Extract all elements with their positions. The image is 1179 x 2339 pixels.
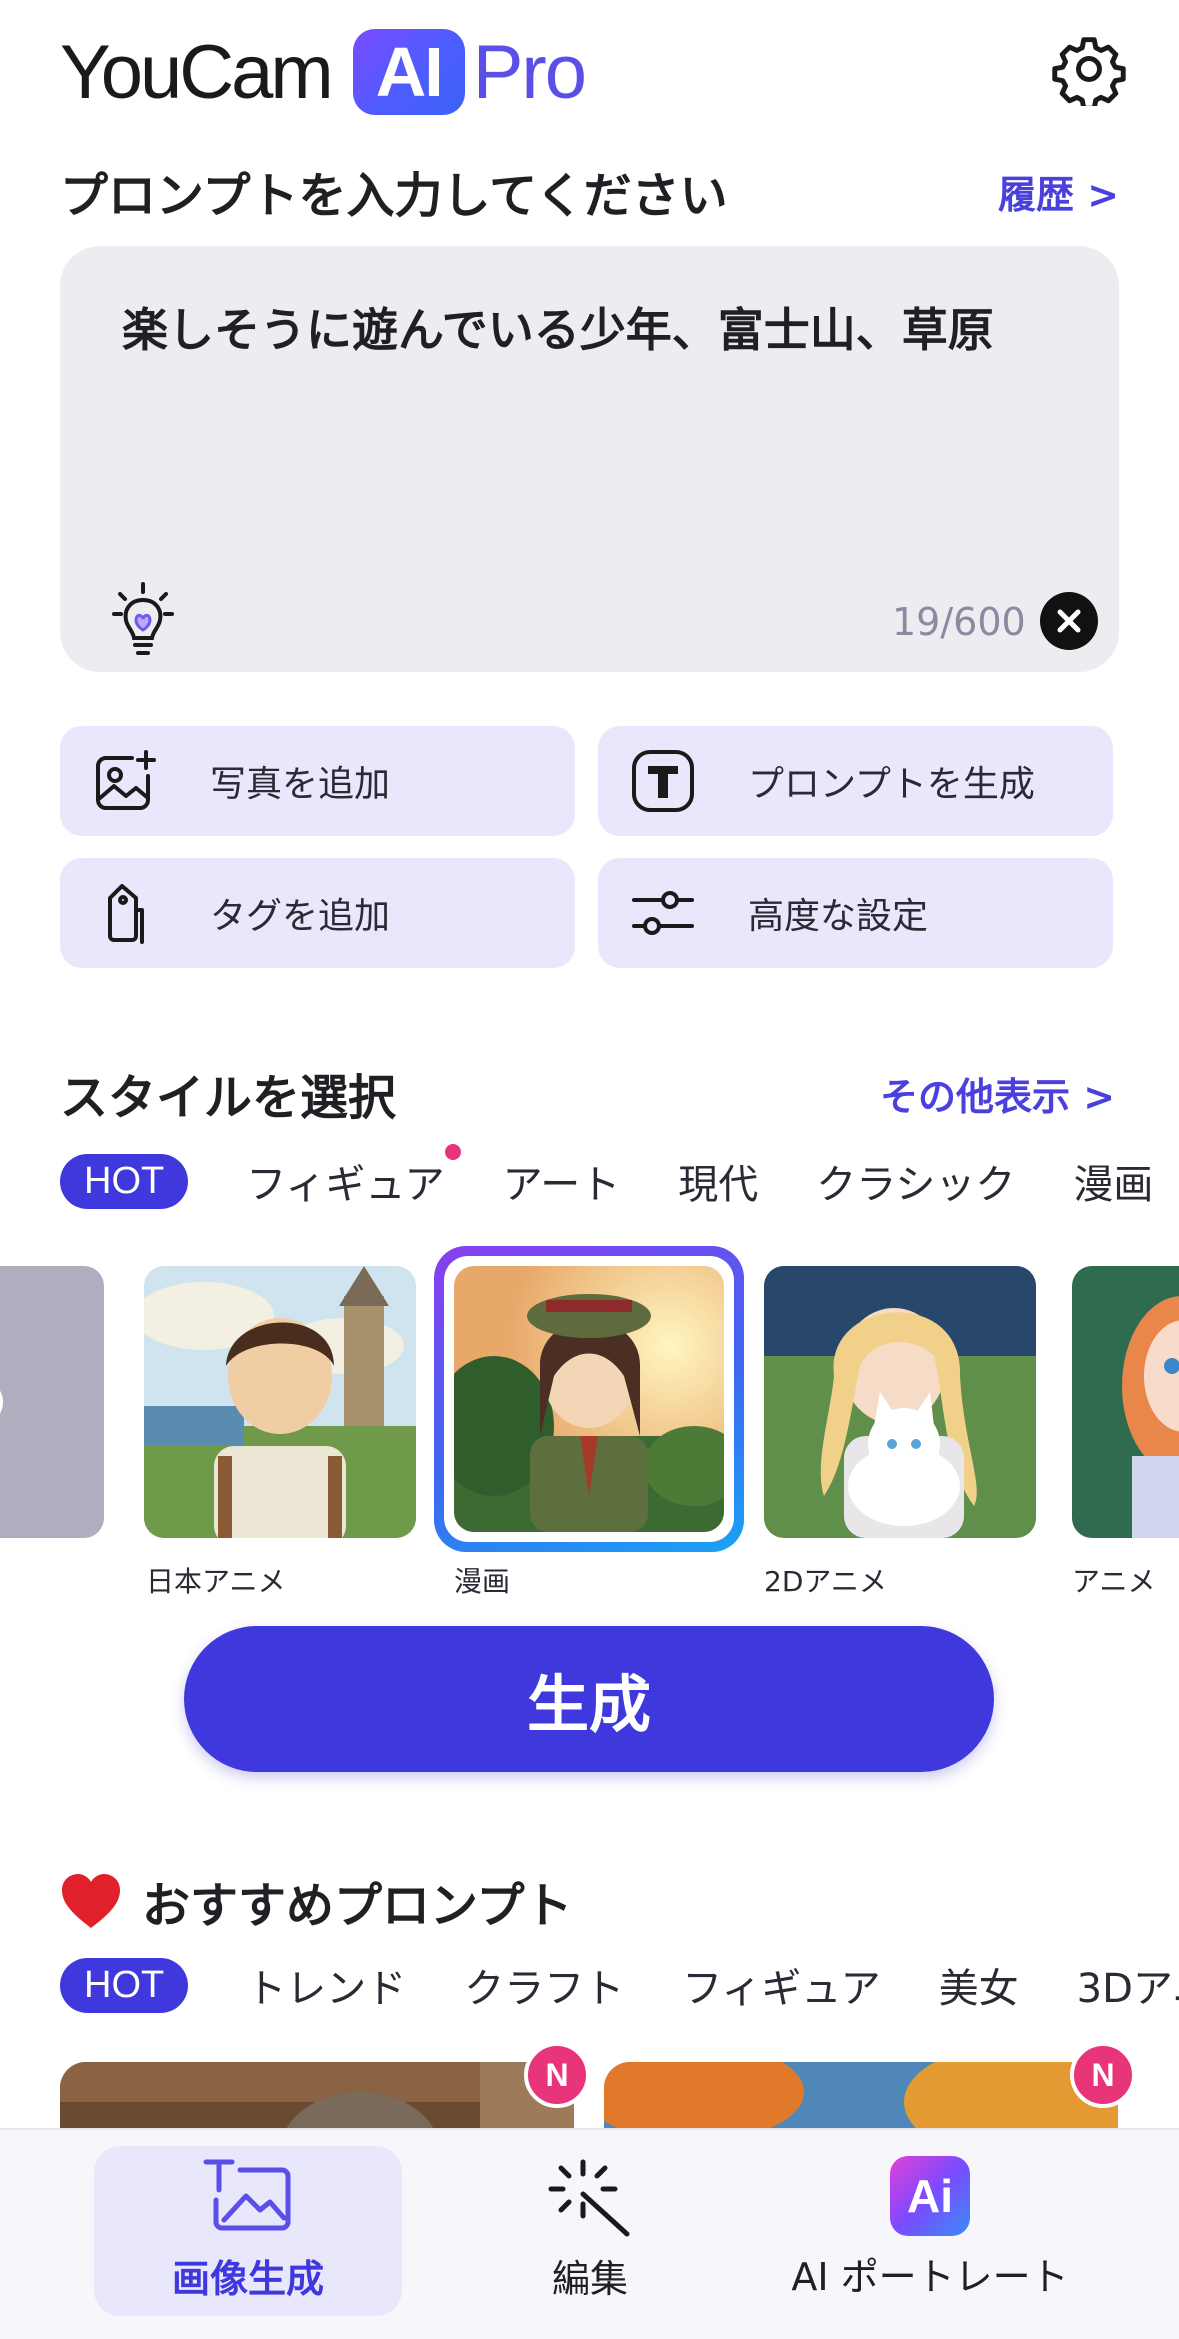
style-heading: スタイルを選択 [60,1070,397,1126]
nav-label-image-generation: 画像生成 [171,2257,324,2301]
recommended-tabs: HOT トレンド クラフト フィギュア 美女 3Dアニ [60,1956,1179,2014]
style-tab-modern[interactable]: 現代 [678,1152,758,1210]
heart-icon [62,1874,120,1928]
show-more-link[interactable]: その他表示 > [880,1066,1115,1121]
prompt-input-text[interactable]: 楽しそうに遊んでいる少年、富士山、草原 [122,294,994,360]
rec-tab-craft[interactable]: クラフト [464,1956,624,2014]
sliders-icon [630,880,696,946]
text-t-icon [630,748,696,814]
generate-button[interactable]: 生成 [184,1626,994,1772]
rec-tab-trend[interactable]: トレンド [246,1956,406,2014]
style-thumb-japanese-anime[interactable] [144,1266,416,1538]
style-tab-manga[interactable]: 漫画 [1073,1152,1153,1210]
style-label-manga: 漫画 [454,1565,511,1598]
generate-prompt-label: プロンプトを生成 [748,764,1035,805]
style-label-2d-anime: 2Dアニメ [764,1565,887,1598]
logo-ai-badge: AI [352,29,465,115]
settings-gear-icon[interactable] [1052,32,1126,111]
style-thumb-manga[interactable] [454,1266,724,1532]
style-tab-classic[interactable]: クラシック [816,1152,1015,1210]
close-icon [1057,609,1081,633]
add-tag-label: タグを追加 [210,896,391,937]
clear-prompt-button[interactable] [1040,592,1098,650]
advanced-settings-button[interactable]: 高度な設定 [598,858,1113,968]
add-photo-label: 写真を追加 [210,764,391,805]
style-label-anime: アニメ [1072,1565,1156,1598]
rec-tab-beauty[interactable]: 美女 [939,1956,1019,2014]
style-thumb-2d-anime[interactable] [764,1266,1036,1538]
logo-pro: Pro [472,29,587,115]
rec-tab-figure[interactable]: フィギュア [682,1956,880,2014]
magic-wand-icon [548,2159,630,2237]
style-tab-art[interactable]: アート [503,1152,621,1210]
recommended-heading-row: おすすめプロンプト [60,1866,573,1936]
new-badge: N [1070,2042,1136,2108]
add-photo-button[interactable]: 写真を追加 [60,726,575,836]
app-logo: YouCam AI Pro [60,22,587,122]
style-thumb-anime[interactable] [1072,1266,1179,1538]
style-tab-hot[interactable]: HOT [60,1153,189,1209]
style-tab-figure[interactable]: フィギュア [246,1144,461,1210]
prompt-heading: プロンプトを入力してください [60,168,728,224]
text-to-image-icon [203,2159,291,2231]
tag-icon [92,880,158,946]
nav-label-edit: 編集 [551,2257,628,2301]
rec-tab-hot[interactable]: HOT [60,1957,189,2013]
style-thumb-partial[interactable] [0,1266,104,1538]
new-dot [444,1144,461,1160]
add-tag-button[interactable]: タグを追加 [60,858,575,968]
logo-word: YouCam [60,29,334,115]
style-label-japanese-anime: 日本アニメ [146,1565,286,1598]
rec-tab-3d-anime[interactable]: 3Dアニ [1077,1956,1179,2014]
nav-ai-portrait[interactable]: Ai AI ポートレート [770,2156,1090,2301]
character-counter: 19/600 [892,600,1026,644]
style-tabs: HOT フィギュア アート 現代 クラシック 漫画 [60,1144,1179,1210]
recommended-heading: おすすめプロンプト [142,1878,573,1934]
history-link[interactable]: 履歴 > [998,164,1119,219]
lightbulb-icon[interactable] [112,582,174,660]
ai-portrait-icon: Ai [890,2156,970,2236]
generate-prompt-button[interactable]: プロンプトを生成 [598,726,1113,836]
advanced-settings-label: 高度な設定 [748,896,929,937]
add-image-icon [92,748,158,814]
nav-label-ai-portrait: AI ポートレート [791,2255,1069,2299]
nav-image-generation[interactable]: 画像生成 [94,2156,402,2303]
nav-edit[interactable]: 編集 [440,2156,740,2303]
new-badge: N [524,2042,590,2108]
